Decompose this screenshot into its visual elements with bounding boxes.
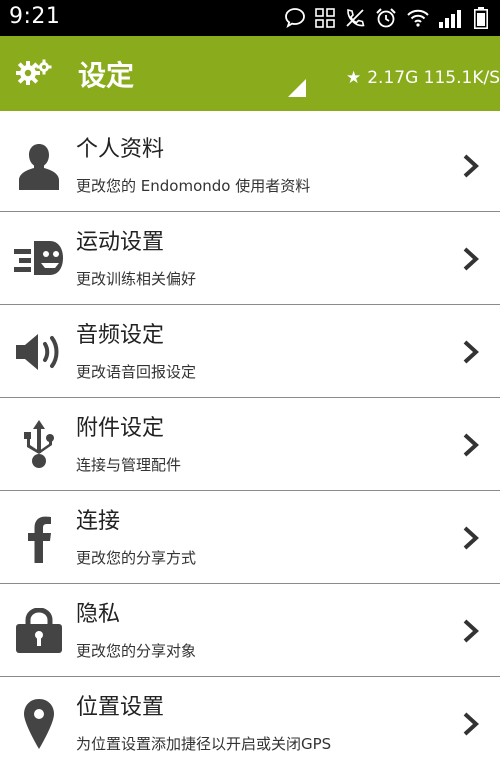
- settings-item-location[interactable]: 位置设置 为位置设置添加捷径以开启或关闭GPS: [0, 677, 500, 770]
- speaker-icon: [14, 327, 64, 377]
- settings-item-subtitle: 连接与管理配件: [76, 456, 182, 474]
- settings-item-subtitle: 为位置设置添加捷径以开启或关闭GPS: [76, 735, 332, 753]
- chevron-right-icon: [462, 339, 480, 365]
- settings-item-title: 附件设定: [76, 416, 165, 441]
- endomondo-icon: [14, 234, 64, 284]
- settings-item-connections[interactable]: 连接 更改您的分享方式: [0, 491, 500, 584]
- status-time: 9:21: [9, 4, 61, 29]
- missed-call-icon: [344, 7, 366, 29]
- signal-icon: [439, 8, 465, 28]
- settings-item-title: 位置设置: [76, 695, 165, 720]
- location-pin-icon: [14, 699, 64, 749]
- settings-item-profile[interactable]: 个人资料 更改您的 Endomondo 使用者资料: [0, 111, 500, 212]
- lock-icon: [14, 606, 64, 656]
- settings-item-privacy[interactable]: 隐私 更改您的分享对象: [0, 584, 500, 677]
- chevron-right-icon: [462, 618, 480, 644]
- settings-item-title: 连接: [76, 509, 121, 534]
- settings-item-subtitle: 更改您的 Endomondo 使用者资料: [76, 177, 311, 195]
- settings-item-subtitle: 更改您的分享对象: [76, 642, 197, 660]
- settings-item-subtitle: 更改您的分享方式: [76, 549, 197, 567]
- chat-bubble-icon: [284, 7, 306, 29]
- chevron-right-icon: [462, 432, 480, 458]
- apps-grid-icon: [315, 8, 335, 28]
- action-bar: 设定 ★ 2.17G 115.1K/S: [0, 36, 500, 111]
- settings-item-title: 隐私: [76, 602, 121, 627]
- settings-item-audio[interactable]: 音频设定 更改语音回报设定: [0, 305, 500, 398]
- settings-item-title: 运动设置: [76, 230, 165, 255]
- alarm-icon: [375, 7, 397, 29]
- status-bar: 9:21: [0, 0, 500, 36]
- chevron-right-icon: [462, 246, 480, 272]
- settings-item-subtitle: 更改语音回报设定: [76, 363, 197, 381]
- chevron-right-icon: [462, 153, 480, 179]
- network-speed: ★ 2.17G 115.1K/S: [346, 68, 500, 88]
- chevron-right-icon: [462, 711, 480, 737]
- person-icon: [14, 141, 64, 191]
- settings-item-accessories[interactable]: 附件设定 连接与管理配件: [0, 398, 500, 491]
- settings-item-workout[interactable]: 运动设置 更改训练相关偏好: [0, 212, 500, 305]
- settings-item-title: 个人资料: [76, 137, 165, 162]
- gear-icon[interactable]: [16, 58, 52, 88]
- page-title: 设定: [78, 59, 135, 92]
- usb-icon: [14, 420, 64, 470]
- overflow-corner-indicator: [288, 79, 306, 97]
- facebook-icon: [14, 513, 64, 563]
- settings-item-title: 音频设定: [76, 323, 165, 348]
- wifi-icon: [406, 8, 430, 28]
- network-speed-value: 2.17G 115.1K/S: [367, 68, 500, 88]
- settings-item-subtitle: 更改训练相关偏好: [76, 270, 197, 288]
- star-icon: ★: [345, 68, 362, 88]
- status-icons: [284, 6, 488, 30]
- battery-icon: [474, 7, 488, 29]
- chevron-right-icon: [462, 525, 480, 551]
- settings-list: 个人资料 更改您的 Endomondo 使用者资料 运动设置 更改训练相关偏好 …: [0, 111, 500, 770]
